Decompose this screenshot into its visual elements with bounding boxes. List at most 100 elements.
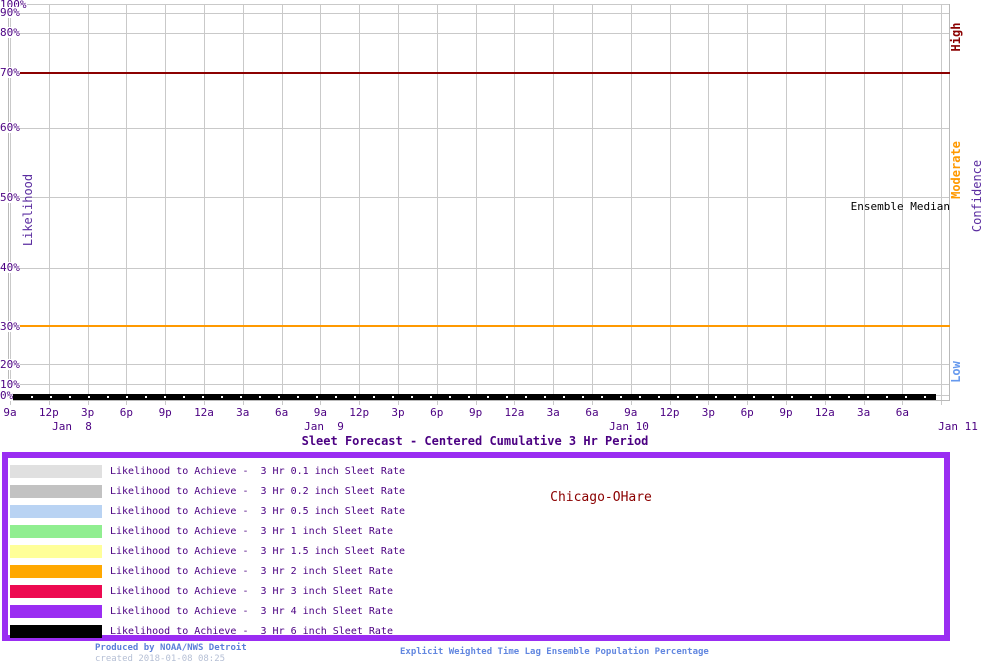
y-tick-label: 90% [0,6,20,20]
x-tick-label: 3p [701,406,716,419]
confidence-zone-moderate-label: Moderate [949,141,963,199]
legend-color-swatch [10,544,102,558]
legend-color-swatch [10,464,102,478]
footer-method-description: Explicit Weighted Time Lag Ensemble Popu… [400,647,709,657]
x-gridline [126,4,128,405]
x-gridline [242,4,244,405]
confidence-zone-low-label: Low [949,361,963,383]
station-name: Chicago-OHare [550,490,652,505]
y-tick-label: 50% [0,190,20,204]
x-tick-label: 6a [895,406,910,419]
x-gridline [786,4,787,405]
legend-row: Likelihood to Achieve - 3 Hr 1 inch Slee… [10,521,944,541]
y-gridline [8,4,950,5]
y-tick-label: 60% [0,121,20,135]
x-gridline [204,4,205,405]
x-gridline [87,4,89,405]
y-tick-label: 80% [0,26,20,40]
x-tick-label: 9p [779,406,793,419]
legend-row: Likelihood to Achieve - 3 Hr 0.1 inch Sl… [10,461,944,481]
x-gridline [553,4,555,405]
legend-rows: Likelihood to Achieve - 3 Hr 0.1 inch Sl… [8,461,944,641]
legend-color-swatch [10,564,102,578]
x-date-label: Jan 10 [609,420,649,433]
x-gridline [669,4,671,405]
x-tick-label: 3p [80,406,95,419]
x-date-label: Jan 9 [304,420,344,433]
x-tick-label: 12p [38,406,59,419]
x-date-label: Jan 11 [938,420,978,433]
y-tick-label: 70% [0,66,20,80]
footer-created-timestamp: created 2018-01-08 08:25 [95,654,226,664]
y-gridline [8,197,950,199]
x-tick-label: 9p [468,406,483,419]
legend-row: Likelihood to Achieve - 3 Hr 3 inch Slee… [10,581,944,601]
x-tick-label: 3p [391,406,405,419]
legend-color-swatch [10,604,102,618]
x-gridline [10,4,11,405]
forecast-chart: Likelihood High Moderate Low Confidence … [0,0,1000,450]
confidence-zone-high-label: High [949,22,963,52]
right-axis-label: Confidence [970,159,984,233]
ensemble-median-annotation: Ensemble Median [850,200,950,213]
y-gridline [8,32,950,34]
y-tick-label: 20% [0,357,20,371]
y-tick-label: 40% [0,261,20,275]
y-gridline [8,384,950,386]
confidence-reference-line [8,325,950,328]
y-gridline [8,127,950,129]
legend-color-swatch [10,524,102,538]
y-tick-label: 30% [0,319,20,333]
legend-label: Likelihood to Achieve - 3 Hr 4 inch Slee… [110,605,393,617]
x-gridline [475,4,477,405]
footer-produced-credit: Produced by NOAA/NWS Detroit [95,643,247,653]
x-tick-label: 12p [349,406,370,419]
legend-row: Likelihood to Achieve - 3 Hr 2 inch Slee… [10,561,944,581]
x-tick-label: 6p [430,406,444,419]
legend-label: Likelihood to Achieve - 3 Hr 6 inch Slee… [110,625,393,637]
x-tick-label: 3a [236,406,250,419]
x-gridline [48,4,50,405]
x-gridline [592,4,593,405]
x-axis-baseline [8,400,950,401]
data-point-markers [14,396,936,398]
x-gridline [708,4,710,405]
x-gridline [320,4,322,405]
x-tick-label: 9a [313,406,328,419]
legend-label: Likelihood to Achieve - 3 Hr 1 inch Slee… [110,525,393,537]
x-gridline [359,4,361,405]
legend-label: Likelihood to Achieve - 3 Hr 3 inch Slee… [110,585,393,597]
legend-row: Likelihood to Achieve - 3 Hr 0.2 inch Sl… [10,481,944,501]
x-tick-label: 9a [3,406,17,419]
legend-color-swatch [10,504,102,518]
x-gridline [281,4,283,405]
x-tick-label: 12p [659,406,680,419]
confidence-reference-line [8,71,950,74]
y-gridline [8,12,950,14]
legend-color-swatch [10,624,102,638]
x-date-label: Jan 8 [52,420,92,433]
legend-color-swatch [10,484,102,498]
zero-percent-data-band [8,394,936,400]
x-tick-label: 9p [158,406,172,419]
x-tick-label: 3a [546,406,560,419]
x-gridline [514,4,516,405]
x-gridline [747,4,749,405]
legend-row: Likelihood to Achieve - 3 Hr 0.5 inch Sl… [10,501,944,521]
x-tick-label: 12a [504,406,525,419]
x-gridline [398,4,399,405]
y-gridline [8,364,950,366]
x-tick-label: 6a [274,406,289,419]
x-tick-label: 3a [856,406,871,419]
legend-label: Likelihood to Achieve - 3 Hr 2 inch Slee… [110,565,393,577]
legend-row: Likelihood to Achieve - 3 Hr 1.5 inch Sl… [10,541,944,561]
y-axis-label: Likelihood [21,173,35,247]
sleet-forecast-page: { "chart_data": { "type": "line", "title… [0,0,1000,670]
legend-label: Likelihood to Achieve - 3 Hr 0.5 inch Sl… [110,505,406,517]
legend-row: Likelihood to Achieve - 3 Hr 6 inch Slee… [10,621,944,641]
x-gridline [824,4,826,405]
legend-row: Likelihood to Achieve - 3 Hr 4 inch Slee… [10,601,944,621]
x-tick-label: 6a [585,406,599,419]
x-tick-label: 12a [814,406,835,419]
legend-label: Likelihood to Achieve - 3 Hr 0.2 inch Sl… [110,485,406,497]
